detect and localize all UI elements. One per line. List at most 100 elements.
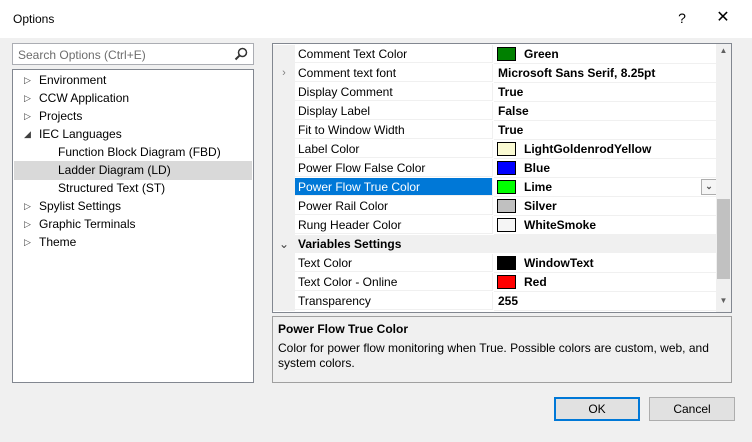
scroll-down-icon[interactable]: ▼ xyxy=(716,296,731,310)
property-name: Display Comment xyxy=(295,83,493,101)
property-value-text: Lime xyxy=(524,180,553,194)
property-grid[interactable]: Comment Text Color Green › Comment text fon… xyxy=(272,43,732,313)
expand-arrow-icon[interactable]: ▷ xyxy=(24,107,34,126)
expand-arrow-icon[interactable]: ▷ xyxy=(24,233,34,252)
property-row[interactable]: Fit to Window Width True xyxy=(273,121,716,140)
property-row[interactable]: Transparency 255 xyxy=(273,292,716,311)
property-value-text: 255 xyxy=(498,294,519,308)
property-name: Variables Settings xyxy=(295,235,716,253)
cancel-button[interactable]: Cancel xyxy=(649,397,735,421)
property-name: Power Rail Color xyxy=(295,197,493,215)
property-row[interactable]: Display Label False xyxy=(273,102,716,121)
tree-item-label: CCW Application xyxy=(39,91,130,105)
tree-item[interactable]: ▷ Environment xyxy=(14,71,252,90)
property-value-text: Green xyxy=(524,47,559,61)
property-value[interactable]: 255 xyxy=(494,292,716,311)
property-value[interactable]: Blue xyxy=(494,159,716,178)
collapse-chevron-icon[interactable]: ⌄ xyxy=(273,235,295,254)
color-swatch xyxy=(497,161,516,175)
scroll-up-icon[interactable]: ▲ xyxy=(716,46,731,60)
property-row[interactable]: › Comment text font Microsoft Sans Serif, … xyxy=(273,64,716,83)
ok-button[interactable]: OK xyxy=(554,397,640,421)
property-row[interactable]: Power Flow True Color Lime ⌄ xyxy=(273,178,717,197)
property-row[interactable]: Rung Header Color WhiteSmoke xyxy=(273,216,716,235)
color-swatch xyxy=(497,256,516,270)
tree-item-label: Graphic Terminals xyxy=(39,217,136,231)
scroll-thumb[interactable] xyxy=(717,199,730,279)
property-row[interactable]: Power Rail Color Silver xyxy=(273,197,716,216)
property-value[interactable]: True xyxy=(494,121,716,140)
options-tree[interactable]: ▷ Environment ▷ CCW Application ▷ Projects ◢ IE… xyxy=(12,69,254,383)
property-row[interactable]: Comment Text Color Green xyxy=(273,45,716,64)
tree-item[interactable]: ▷ Theme xyxy=(14,233,252,252)
tree-item[interactable]: Structured Text (ST) xyxy=(14,179,252,198)
category-row[interactable]: ⌄ Variables Settings xyxy=(273,235,716,254)
search-input[interactable]: Search Options (Ctrl+E) xyxy=(12,43,254,65)
row-gutter xyxy=(273,121,295,140)
property-row[interactable]: Display Comment True xyxy=(273,83,716,102)
row-gutter xyxy=(273,273,295,292)
tree-item[interactable]: ▷ Graphic Terminals xyxy=(14,215,252,234)
property-value-text: Blue xyxy=(524,161,551,175)
property-value[interactable]: Silver xyxy=(494,197,716,216)
property-value[interactable]: False xyxy=(494,102,716,121)
property-value[interactable]: WindowText xyxy=(494,254,716,273)
expand-chevron-icon[interactable]: › xyxy=(273,64,295,83)
description-title: Power Flow True Color xyxy=(278,322,409,336)
property-row[interactable]: Text Color - Online Red xyxy=(273,273,716,292)
tree-item-label: IEC Languages xyxy=(39,127,122,141)
help-icon[interactable]: ? xyxy=(672,8,692,28)
dropdown-chevron-icon[interactable]: ⌄ xyxy=(701,179,717,195)
tree-item-label: Ladder Diagram (LD) xyxy=(58,163,171,177)
property-row[interactable]: Label Color LightGoldenrodYellow xyxy=(273,140,716,159)
expand-arrow-icon[interactable]: ▷ xyxy=(24,71,34,90)
property-value[interactable]: Lime ⌄ xyxy=(494,178,717,197)
property-value-text: False xyxy=(498,104,529,118)
tree-item-label: Spylist Settings xyxy=(39,199,122,213)
tree-item-label: Function Block Diagram (FBD) xyxy=(58,145,221,159)
row-gutter xyxy=(273,45,295,64)
property-value[interactable]: Red xyxy=(494,273,716,292)
property-value[interactable]: Green xyxy=(494,45,716,64)
row-gutter xyxy=(273,216,295,235)
expand-arrow-icon[interactable]: ▷ xyxy=(24,215,34,234)
property-value[interactable]: WhiteSmoke xyxy=(494,216,716,235)
expand-arrow-icon[interactable]: ▷ xyxy=(24,89,34,108)
expand-arrow-icon[interactable]: ▷ xyxy=(24,197,34,216)
color-swatch xyxy=(497,142,516,156)
description-text: Color for power flow monitoring when Tru… xyxy=(278,341,709,370)
grid-scrollbar[interactable]: ▲ ▼ xyxy=(716,44,731,312)
tree-item-label: Theme xyxy=(39,235,77,249)
description-panel: Power Flow True Color Color for power fl… xyxy=(272,316,732,383)
row-gutter xyxy=(273,140,295,159)
property-name: Text Color xyxy=(295,254,493,272)
search-placeholder: Search Options (Ctrl+E) xyxy=(18,48,146,62)
property-value[interactable]: Microsoft Sans Serif, 8.25pt xyxy=(494,64,716,83)
color-swatch xyxy=(497,218,516,232)
tree-item[interactable]: ▷ Projects xyxy=(14,107,252,126)
color-swatch xyxy=(497,47,516,61)
collapse-arrow-icon[interactable]: ◢ xyxy=(24,125,34,144)
property-value[interactable]: True xyxy=(494,83,716,102)
tree-item[interactable]: ▷ Spylist Settings xyxy=(14,197,252,216)
property-value-text: Microsoft Sans Serif, 8.25pt xyxy=(498,66,656,80)
property-value-text: True xyxy=(498,123,524,137)
property-row[interactable]: Text Color WindowText xyxy=(273,254,716,273)
property-name: Display Label xyxy=(295,102,493,120)
row-gutter xyxy=(273,83,295,102)
property-value[interactable]: LightGoldenrodYellow xyxy=(494,140,716,159)
row-gutter xyxy=(273,197,295,216)
color-swatch xyxy=(497,180,516,194)
property-row[interactable]: Power Flow False Color Blue xyxy=(273,159,716,178)
property-value-text: True xyxy=(498,85,524,99)
tree-item[interactable]: Function Block Diagram (FBD) xyxy=(14,143,252,162)
tree-item[interactable]: Ladder Diagram (LD) xyxy=(14,161,252,180)
row-gutter xyxy=(273,102,295,121)
search-icon[interactable] xyxy=(233,46,249,62)
tree-item[interactable]: ▷ CCW Application xyxy=(14,89,252,108)
close-icon[interactable]: ✕ xyxy=(713,8,733,28)
tree-item[interactable]: ◢ IEC Languages xyxy=(14,125,252,144)
row-gutter xyxy=(273,178,295,197)
property-name: Label Color xyxy=(295,140,493,158)
property-name: Fit to Window Width xyxy=(295,121,493,139)
